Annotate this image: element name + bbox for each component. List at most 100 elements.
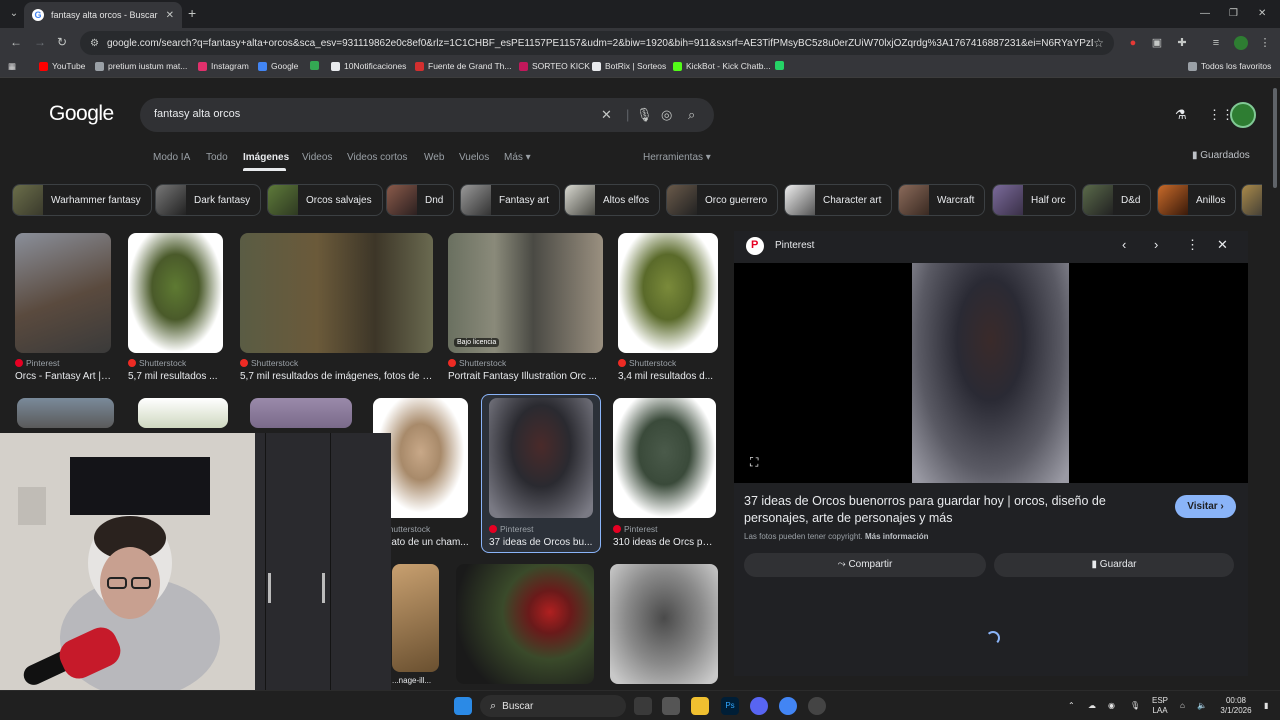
tools-button[interactable]: Herramientas ▾ [643, 152, 711, 163]
clear-search-icon[interactable]: ✕ [601, 107, 612, 123]
forward-icon[interactable]: → [34, 35, 46, 49]
bookmark-botrix[interactable]: BotRix | Sorteos [592, 61, 666, 71]
tab-todo[interactable]: Todo [206, 152, 228, 163]
result-thumbnail[interactable] [456, 564, 594, 684]
bookmark-sorteo-kick[interactable]: SORTEO KICK [519, 61, 590, 71]
google-logo[interactable]: Google [49, 102, 114, 126]
extension-icon[interactable]: ▣ [1150, 36, 1164, 50]
result-title[interactable]: 37 ideas de Orcos bu... [489, 537, 593, 548]
result-title[interactable]: 310 ideas de Orcs par... [613, 537, 716, 548]
result-title[interactable]: ...nage-ill... [392, 676, 439, 685]
bookmark-fuente-gta[interactable]: Fuente de Grand Th... [415, 61, 511, 71]
search-icon[interactable]: ⌕ [688, 107, 695, 123]
show-hidden-icons[interactable]: ⌃ [1068, 701, 1075, 711]
result-thumbnail[interactable] [392, 564, 439, 672]
voice-search-icon[interactable]: 🎙 [636, 107, 653, 123]
account-avatar[interactable] [1230, 102, 1256, 128]
media-controls-icon[interactable]: ≡ [1209, 36, 1223, 50]
notifications-icon[interactable]: ▮ [1264, 701, 1268, 711]
result-thumbnail[interactable]: Bajo licencia [448, 233, 603, 353]
preview-image[interactable] [912, 263, 1069, 483]
tray-icon-2[interactable]: ◉ [1108, 701, 1115, 711]
save-button[interactable]: ▮ Guardar [994, 553, 1234, 577]
more-info-link[interactable]: Más información [865, 532, 929, 541]
result-thumbnail[interactable] [250, 398, 352, 428]
tab-mas[interactable]: Más ▾ [504, 152, 531, 163]
chrome-menu-icon[interactable]: ⋮ [1258, 36, 1272, 50]
minimize-icon[interactable]: — [1200, 8, 1210, 19]
photoshop-icon[interactable]: Ps [721, 697, 739, 715]
result-title[interactable]: 3,4 mil resultados d... [618, 371, 718, 382]
bookmark-extension[interactable] [310, 61, 319, 70]
chrome-taskbar-icon[interactable] [779, 697, 797, 715]
result-title[interactable]: 5,7 mil resultados ... [128, 371, 223, 382]
language-indicator[interactable]: ESP LAA [1152, 696, 1168, 716]
tab-videos[interactable]: Videos [302, 152, 332, 163]
chip-dd[interactable]: D&d [1082, 184, 1152, 216]
bookmark-google[interactable]: Google [258, 61, 298, 71]
lens-search-image-icon[interactable]: ⛶ [750, 455, 758, 470]
tab-modo-ia[interactable]: Modo IA [153, 152, 190, 163]
visit-button[interactable]: Visitar › [1175, 495, 1236, 518]
share-button[interactable]: ⤳ Compartir [744, 553, 986, 577]
chip-character-art[interactable]: Character art [784, 184, 893, 216]
extension-record-icon[interactable]: ● [1126, 36, 1140, 50]
preview-title[interactable]: 37 ideas de Orcos buenorros para guardar… [744, 493, 1164, 527]
chip-more[interactable] [1241, 184, 1262, 216]
network-icon[interactable]: ⌂ [1180, 701, 1185, 711]
windows-start-icon[interactable] [454, 697, 472, 715]
chip-warhammer-fantasy[interactable]: Warhammer fantasy [12, 184, 152, 216]
result-thumbnail[interactable] [15, 233, 111, 353]
reload-icon[interactable]: ↻ [57, 35, 67, 49]
result-thumbnail[interactable] [610, 564, 718, 684]
tab-web[interactable]: Web [424, 152, 444, 163]
file-explorer-icon[interactable] [691, 697, 709, 715]
new-tab-icon[interactable]: + [188, 6, 196, 20]
chip-anillos[interactable]: Anillos [1157, 184, 1237, 216]
scrollbar-thumb[interactable] [1273, 88, 1277, 188]
saved-button[interactable]: ▮ Guardados [1192, 150, 1250, 161]
result-thumbnail[interactable] [128, 233, 223, 353]
back-icon[interactable]: ← [10, 35, 22, 49]
microphone-icon[interactable]: 🎙 [1130, 701, 1140, 711]
tab-search-icon[interactable]: ⌄ [6, 6, 22, 22]
chip-dark-fantasy[interactable]: Dark fantasy [155, 184, 262, 216]
chip-orcos-salvajes[interactable]: Orcos salvajes [267, 184, 383, 216]
tray-icon-1[interactable]: ☁ [1088, 701, 1096, 711]
volume-icon[interactable]: 🔈 [1197, 701, 1207, 711]
bookmark-whatsapp[interactable] [775, 61, 784, 70]
browser-tab-active[interactable]: G fantasy alta orcos - Buscar con Google… [24, 2, 182, 28]
site-info-icon[interactable]: ⚙ [90, 38, 99, 49]
tab-close-icon[interactable]: ✕ [166, 10, 174, 21]
bookmark-all-favorites[interactable]: Todos los favoritos [1188, 61, 1271, 71]
chip-warcraft[interactable]: Warcraft [898, 184, 986, 216]
discord-icon[interactable] [750, 697, 768, 715]
bookmark-pretium[interactable]: pretium iustum mat... [95, 61, 187, 71]
search-input[interactable]: fantasy alta orcos [154, 108, 240, 120]
extensions-puzzle-icon[interactable]: ✚ [1175, 36, 1189, 50]
url-text[interactable]: google.com/search?q=fantasy+alta+orcos&s… [107, 38, 1093, 49]
tab-videos-cortos[interactable]: Videos cortos [347, 152, 407, 163]
chip-altos-elfos[interactable]: Altos elfos [564, 184, 661, 216]
profile-avatar-icon[interactable] [1234, 36, 1248, 50]
address-bar[interactable]: ⚙ google.com/search?q=fantasy+alta+orcos… [80, 31, 1114, 55]
result-thumbnail[interactable] [17, 398, 114, 428]
bookmark-10notificaciones[interactable]: 10Notificaciones [331, 61, 406, 71]
result-thumbnail[interactable] [138, 398, 228, 428]
result-thumbnail[interactable] [618, 233, 718, 353]
labs-flask-icon[interactable]: ⚗ [1175, 107, 1187, 123]
close-preview-icon[interactable]: ✕ [1217, 237, 1228, 253]
lens-search-icon[interactable]: ◎ [661, 107, 672, 123]
tab-vuelos[interactable]: Vuelos [459, 152, 489, 163]
result-thumbnail[interactable] [613, 398, 716, 518]
restore-icon[interactable]: ❐ [1229, 8, 1238, 19]
bookmark-kickbot[interactable]: KickBot - Kick Chatb... [673, 61, 771, 71]
next-image-icon[interactable]: › [1154, 237, 1158, 252]
task-view-icon[interactable] [634, 697, 652, 715]
chip-dnd[interactable]: Dnd [386, 184, 455, 216]
bookmark-star-icon[interactable]: ☆ [1093, 36, 1104, 50]
result-title[interactable]: Portrait Fantasy Illustration Orc ... [448, 371, 603, 382]
apps-grid-icon[interactable]: ▦ [8, 61, 16, 72]
more-options-icon[interactable]: ⋮ [1186, 237, 1199, 253]
chip-orco-guerrero[interactable]: Orco guerrero [666, 184, 779, 216]
